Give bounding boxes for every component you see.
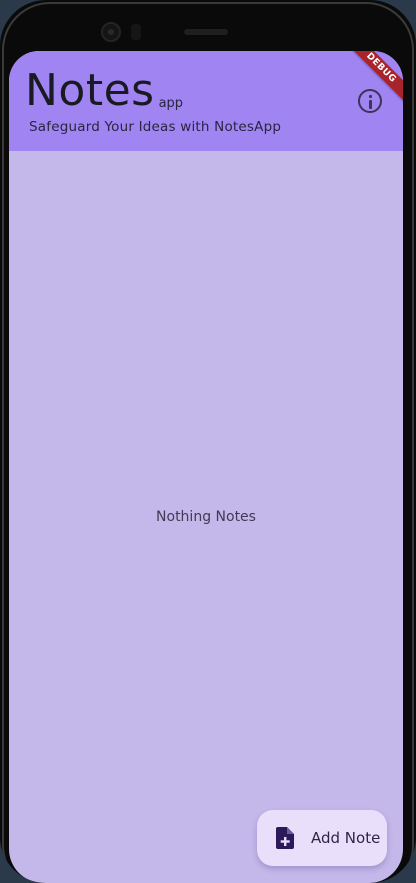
add-note-label: Add Note bbox=[311, 829, 381, 847]
app-title: Notes bbox=[25, 65, 155, 116]
empty-state-message: Nothing Notes bbox=[156, 509, 256, 525]
front-camera bbox=[101, 22, 121, 42]
phone-frame: Notes app Safeguard Your Ideas with Note… bbox=[0, 0, 416, 883]
app-bar: Notes app Safeguard Your Ideas with Note… bbox=[9, 51, 403, 151]
app-screen: Notes app Safeguard Your Ideas with Note… bbox=[9, 51, 403, 883]
debug-banner-label: DEBUG bbox=[364, 51, 398, 85]
title-row: Notes app bbox=[25, 69, 183, 113]
earpiece-speaker bbox=[184, 29, 228, 35]
app-title-suffix: app bbox=[158, 96, 184, 111]
app-subtitle: Safeguard Your Ideas with NotesApp bbox=[29, 119, 282, 135]
info-icon[interactable] bbox=[358, 89, 382, 113]
note-add-icon bbox=[276, 827, 294, 849]
proximity-sensor bbox=[131, 24, 141, 40]
info-icon-dot bbox=[369, 95, 372, 98]
info-icon-bar bbox=[369, 100, 372, 109]
add-note-button[interactable]: Add Note bbox=[257, 810, 387, 866]
